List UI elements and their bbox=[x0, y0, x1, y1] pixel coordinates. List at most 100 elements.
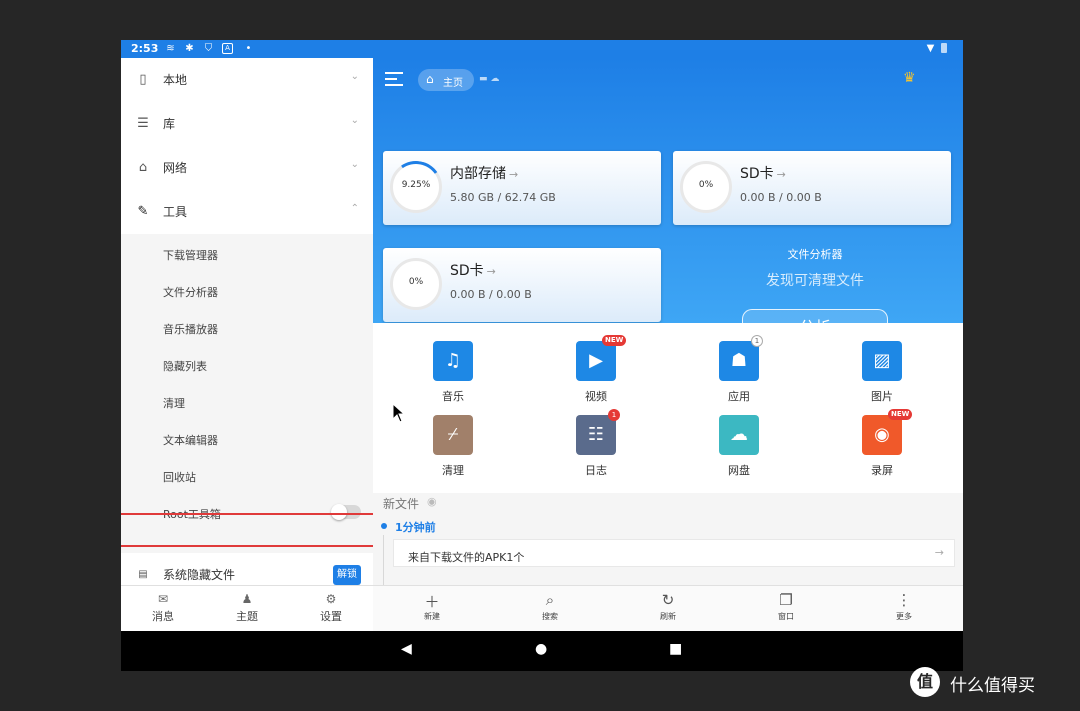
drawer-item-library[interactable]: ☰ 库 ⌄ bbox=[121, 102, 373, 146]
tool-label: 文件分析器 bbox=[163, 286, 218, 299]
new-button[interactable]: ＋ 新建 bbox=[373, 586, 491, 632]
category-label: 视频 bbox=[585, 390, 607, 403]
broom-icon: ⌿ bbox=[433, 415, 473, 455]
tool-hidden-list[interactable]: 隐藏列表 bbox=[121, 347, 373, 384]
app-a-icon: A bbox=[222, 43, 233, 54]
settings-button[interactable]: ⚙ 设置 bbox=[289, 586, 373, 632]
category-images[interactable]: ▨ 图片 bbox=[822, 341, 942, 411]
refresh-icon: ↻ bbox=[661, 591, 675, 609]
dot-icon: • bbox=[245, 43, 252, 54]
drawer-bottom-bar: ✉ 消息 ♟ 主题 ⚙ 设置 bbox=[121, 585, 373, 632]
category-label: 录屏 bbox=[871, 464, 893, 477]
tool-label: 回收站 bbox=[163, 471, 196, 484]
back-icon[interactable]: ◀ bbox=[401, 641, 412, 657]
storage-card-internal[interactable]: 9.25% 内部存储 → 5.80 GB / 62.74 GB bbox=[383, 151, 661, 225]
storage-name: SD卡 → bbox=[450, 260, 496, 280]
drawer-item-label: 本地 bbox=[163, 73, 188, 87]
windows-button[interactable]: ❐ 窗口 bbox=[727, 586, 845, 632]
shirt-icon: ♟ bbox=[241, 592, 253, 606]
storage-card-sd-2[interactable]: 0% SD卡 → 0.00 B / 0.00 B bbox=[383, 248, 661, 322]
category-clean[interactable]: ⌿ 清理 bbox=[393, 415, 513, 485]
category-music[interactable]: ♫ 音乐 bbox=[393, 341, 513, 411]
arrow-right-icon: → bbox=[509, 168, 519, 181]
refresh-button[interactable]: ↻ 刷新 bbox=[609, 586, 727, 632]
gear-icon: ⚙ bbox=[325, 592, 337, 606]
image-icon: ▨ bbox=[862, 341, 902, 381]
home-breadcrumb[interactable]: ⌂ 主页 bbox=[418, 69, 474, 91]
toolbar-label: 新建 bbox=[424, 612, 440, 621]
tool-text-editor[interactable]: 文本编辑器 bbox=[121, 421, 373, 458]
more-button[interactable]: ⋮ 更多 bbox=[845, 586, 963, 632]
unlock-button[interactable]: 解锁 bbox=[333, 565, 361, 585]
toolbar-label: 更多 bbox=[896, 612, 912, 621]
messages-label: 消息 bbox=[152, 610, 174, 623]
storage-card-sd-1[interactable]: 0% SD卡 → 0.00 B / 0.00 B bbox=[673, 151, 951, 225]
hidden-files-icon: ▤ bbox=[138, 569, 148, 580]
wrench-icon: ✎ bbox=[137, 204, 149, 219]
category-cloud[interactable]: ☁ 网盘 bbox=[679, 415, 799, 485]
recent-title: 新文件 bbox=[383, 497, 420, 511]
category-grid: ♫ 音乐 ▶ NEW 视频 ☗ 1 应用 ▨ 图片 ⌿ 清理 ☷ 1 日志 ☁ … bbox=[373, 323, 963, 506]
tool-label: 清理 bbox=[163, 397, 185, 410]
toolbar-label: 窗口 bbox=[778, 612, 794, 621]
watermark-logo: 值 bbox=[910, 667, 940, 697]
settings-label: 设置 bbox=[320, 610, 342, 623]
tool-music-player[interactable]: 音乐播放器 bbox=[121, 310, 373, 347]
storage-name: 内部存储 → bbox=[450, 163, 518, 183]
home-label: 主页 bbox=[443, 78, 463, 89]
home-circle-icon[interactable]: ● bbox=[535, 641, 547, 657]
menu-icon[interactable] bbox=[385, 72, 403, 86]
recent-time: 1分钟前 bbox=[395, 521, 436, 534]
tool-recycle-bin[interactable]: 回收站 bbox=[121, 458, 373, 495]
plus-icon: ＋ bbox=[424, 593, 440, 611]
wifi-icon: ▼ bbox=[926, 43, 935, 54]
crown-icon[interactable]: ♛ bbox=[903, 70, 916, 86]
category-label: 图片 bbox=[871, 390, 893, 403]
hidden-files-label: 系统隐藏文件 bbox=[163, 568, 236, 582]
toolbar-label: 刷新 bbox=[660, 612, 676, 621]
tool-file-analyzer[interactable]: 文件分析器 bbox=[121, 273, 373, 310]
category-apps[interactable]: ☗ 1 应用 bbox=[679, 335, 799, 411]
android-icon: ☗ bbox=[719, 341, 759, 381]
storage-name-text: 内部存储 bbox=[450, 166, 506, 182]
recent-item[interactable]: 来自下载文件的APK1个 → bbox=[393, 539, 955, 567]
tool-label: 下载管理器 bbox=[163, 249, 218, 262]
timeline-dot bbox=[381, 523, 387, 529]
tool-label: 音乐播放器 bbox=[163, 323, 218, 336]
bottom-toolbar: ＋ 新建 ⌕ 搜索 ↻ 刷新 ❐ 窗口 ⋮ 更多 bbox=[373, 585, 963, 632]
drawer-item-local[interactable]: ▯ 本地 ⌄ bbox=[121, 58, 373, 102]
music-icon: ♫ bbox=[433, 341, 473, 381]
recents-icon[interactable]: ■ bbox=[669, 641, 682, 657]
category-log[interactable]: ☷ 1 日志 bbox=[536, 409, 656, 485]
phone-icon: ▯ bbox=[139, 72, 147, 87]
eye-icon[interactable]: ◉ bbox=[427, 495, 437, 508]
storage-size: 0.00 B / 0.00 B bbox=[450, 288, 532, 301]
tool-download-manager[interactable]: 下载管理器 bbox=[121, 236, 373, 273]
recent-item-label: 来自下载文件的APK1个 bbox=[408, 551, 525, 564]
analyzer-subtitle: 发现可清理文件 bbox=[766, 273, 864, 289]
highlight-box bbox=[121, 513, 384, 547]
storage-name: SD卡 → bbox=[740, 163, 786, 183]
search-button[interactable]: ⌕ 搜索 bbox=[491, 586, 609, 632]
category-screen-record[interactable]: ◉ NEW 录屏 bbox=[822, 409, 942, 485]
layers-icon: ☰ bbox=[137, 116, 149, 131]
home-icon: ⌂ bbox=[426, 72, 434, 86]
category-label: 清理 bbox=[442, 464, 464, 477]
new-badge: NEW bbox=[602, 335, 627, 346]
signal-icon: ≋ bbox=[166, 43, 175, 54]
storage-size: 0.00 B / 0.00 B bbox=[740, 191, 822, 204]
count-badge: 1 bbox=[608, 409, 620, 421]
toolbar-label: 搜索 bbox=[542, 612, 558, 621]
record-icon: ◉ bbox=[862, 415, 902, 455]
drawer-item-tools[interactable]: ✎ 工具 ⌃ bbox=[121, 190, 373, 234]
messages-button[interactable]: ✉ 消息 bbox=[121, 586, 205, 632]
category-label: 应用 bbox=[728, 390, 750, 403]
chevron-down-icon: ⌄ bbox=[350, 159, 359, 170]
drawer-item-network[interactable]: ⌂ 网络 ⌄ bbox=[121, 146, 373, 190]
tool-cleaner[interactable]: 清理 bbox=[121, 384, 373, 421]
usage-percent: 0% bbox=[408, 277, 424, 287]
category-video[interactable]: ▶ NEW 视频 bbox=[536, 335, 656, 411]
tool-label: 文本编辑器 bbox=[163, 434, 218, 447]
new-badge: NEW bbox=[888, 409, 913, 420]
theme-button[interactable]: ♟ 主题 bbox=[205, 586, 289, 632]
